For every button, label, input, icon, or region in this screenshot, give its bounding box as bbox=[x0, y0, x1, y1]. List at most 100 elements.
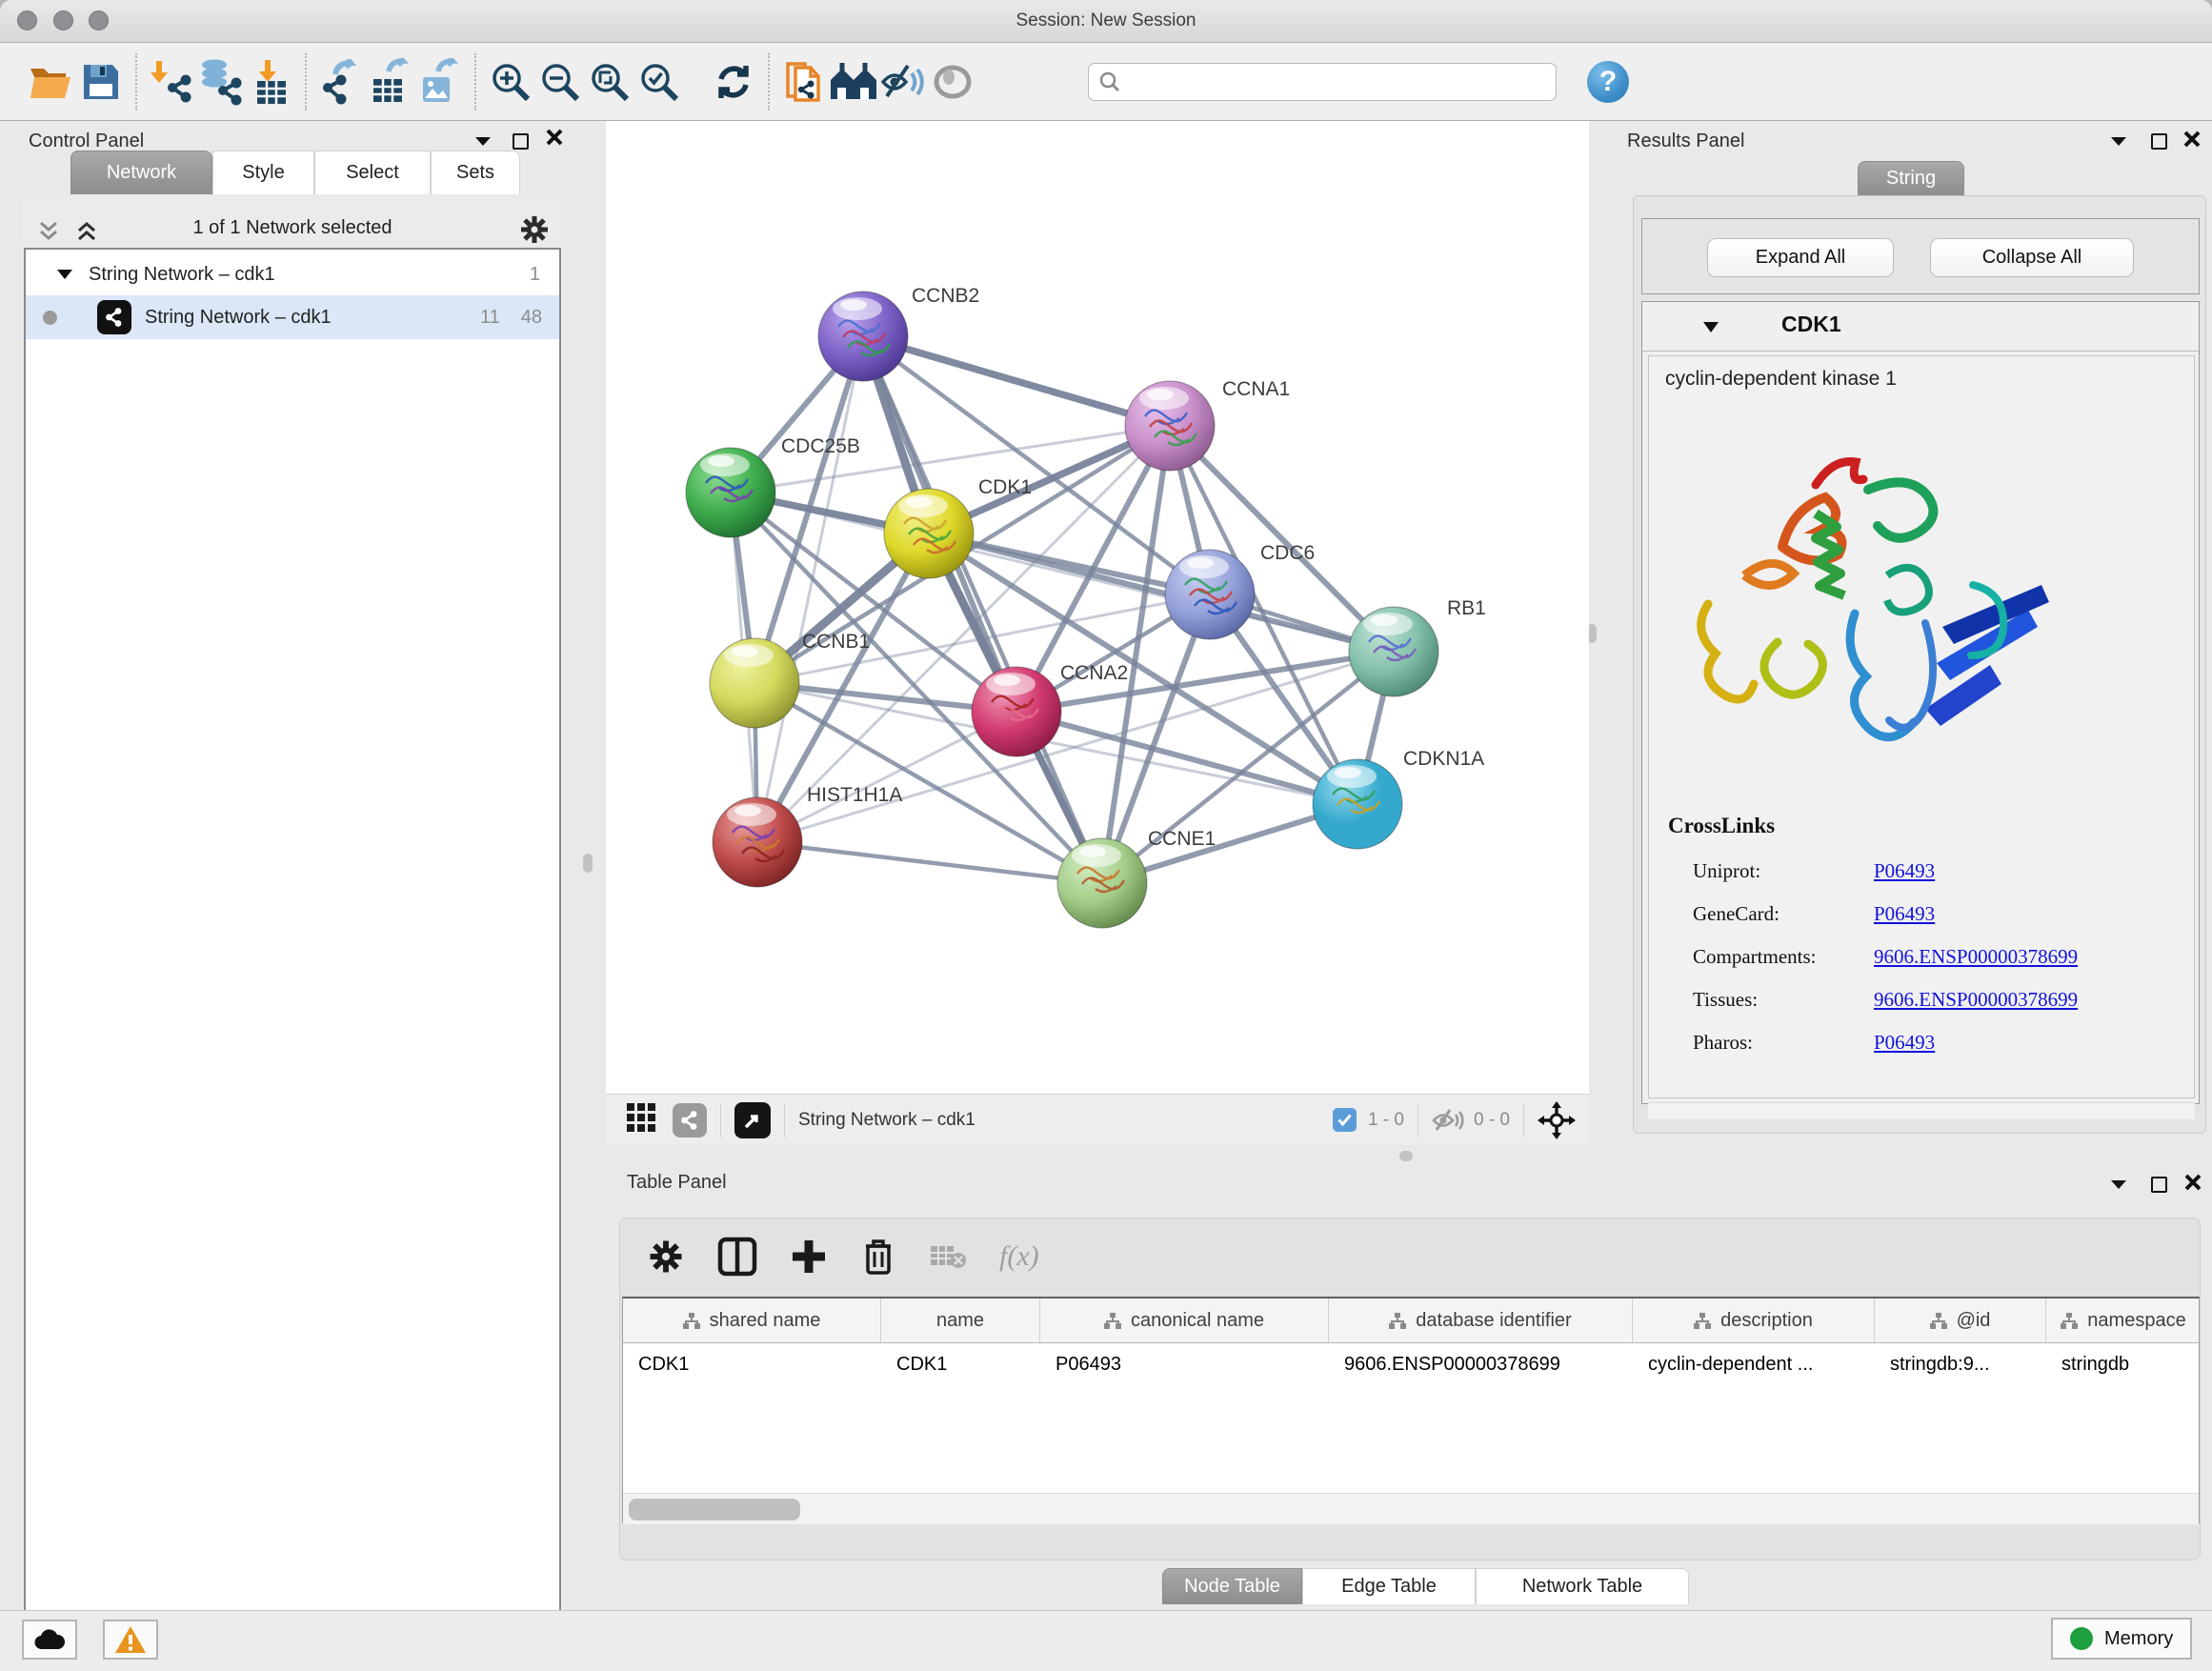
open-session-icon[interactable] bbox=[27, 56, 76, 108]
search-input[interactable] bbox=[1121, 71, 1531, 93]
network-node-CDC25B[interactable]: CDC25B bbox=[686, 435, 860, 537]
column-header[interactable]: namespace bbox=[2046, 1299, 2201, 1342]
section-expander-icon[interactable] bbox=[1701, 320, 1720, 334]
control-panel-float-icon[interactable] bbox=[513, 133, 529, 150]
attribute-icon bbox=[683, 1313, 700, 1329]
table-toolbar: f(x) bbox=[620, 1218, 2200, 1295]
cell-namespace[interactable]: stringdb bbox=[2046, 1343, 2201, 1385]
expand-all-button[interactable]: Expand All bbox=[1707, 238, 1894, 277]
column-header[interactable]: shared name bbox=[623, 1299, 881, 1342]
clone-network-icon[interactable] bbox=[779, 56, 829, 108]
network-node-RB1[interactable]: RB1 bbox=[1349, 597, 1486, 696]
results-panel-close-icon[interactable] bbox=[2182, 130, 2202, 153]
attribute-icon bbox=[1389, 1313, 1406, 1329]
column-header[interactable]: description bbox=[1633, 1299, 1875, 1342]
hidden-eye-icon[interactable] bbox=[1432, 1107, 1464, 1134]
zoom-selected-icon[interactable] bbox=[634, 56, 684, 108]
selected-checkbox-icon[interactable] bbox=[1333, 1108, 1357, 1132]
crosslink-uniprot-link[interactable]: P06493 bbox=[1874, 850, 1935, 893]
search-icon bbox=[1098, 70, 1121, 93]
home-icon[interactable] bbox=[829, 56, 878, 108]
network-canvas[interactable]: CCNB2CCNA1CDC25BCDK1CDC6RB1CCNB1CCNA2CDK… bbox=[606, 121, 1589, 1094]
tab-network-table[interactable]: Network Table bbox=[1476, 1568, 1689, 1604]
preview-eye-icon[interactable] bbox=[928, 56, 977, 108]
tab-string-results[interactable]: String bbox=[1858, 161, 1964, 195]
table-panel-float-icon[interactable] bbox=[2151, 1177, 2167, 1193]
crosslink-tissues-link[interactable]: 9606.ENSP00000378699 bbox=[1874, 978, 2078, 1021]
table-hscrollbar[interactable] bbox=[623, 1493, 2199, 1524]
delete-column-icon[interactable] bbox=[860, 1237, 896, 1277]
left-splitter-handle[interactable] bbox=[583, 854, 593, 873]
column-header[interactable]: name bbox=[881, 1299, 1040, 1342]
tab-network[interactable]: Network bbox=[70, 151, 212, 194]
search-box[interactable] bbox=[1088, 63, 1557, 101]
detach-view-icon[interactable] bbox=[734, 1102, 771, 1138]
network-graph[interactable]: CCNB2CCNA1CDC25BCDK1CDC6RB1CCNB1CCNA2CDK… bbox=[606, 121, 1589, 1094]
network-view-share-icon[interactable] bbox=[673, 1103, 707, 1137]
control-panel: Control Panel Network Style Select Sets … bbox=[0, 121, 565, 1572]
add-column-icon[interactable] bbox=[790, 1238, 828, 1276]
node-label: CCNB2 bbox=[912, 285, 979, 307]
import-table-file-icon[interactable] bbox=[246, 56, 295, 108]
network-row-selected[interactable]: String Network – cdk1 11 48 bbox=[26, 295, 559, 339]
save-session-icon[interactable] bbox=[76, 56, 126, 108]
column-header[interactable]: @id bbox=[1875, 1299, 2046, 1342]
zoom-in-icon[interactable] bbox=[486, 56, 535, 108]
node-section-header[interactable]: CDK1 bbox=[1642, 302, 2199, 352]
crosslink-genecard-link[interactable]: P06493 bbox=[1874, 893, 1935, 936]
collection-count: 1 bbox=[530, 264, 540, 286]
network-node-CCNA1[interactable]: CCNA1 bbox=[1125, 378, 1290, 471]
results-panel-collapse-icon[interactable] bbox=[2108, 132, 2129, 154]
cell-canonical-name[interactable]: P06493 bbox=[1040, 1343, 1329, 1385]
table-hscrollbar-thumb[interactable] bbox=[629, 1499, 800, 1520]
crosslink-pharos-link[interactable]: P06493 bbox=[1874, 1021, 1935, 1064]
cell-id[interactable]: stringdb:9... bbox=[1875, 1343, 2046, 1385]
refresh-icon[interactable] bbox=[709, 56, 758, 108]
results-panel-float-icon[interactable] bbox=[2151, 133, 2167, 150]
tab-edge-table[interactable]: Edge Table bbox=[1302, 1568, 1476, 1604]
cell-description[interactable]: cyclin-dependent ... bbox=[1633, 1343, 1875, 1385]
control-panel-close-icon[interactable] bbox=[545, 128, 564, 152]
column-header[interactable]: canonical name bbox=[1040, 1299, 1329, 1342]
zoom-out-icon[interactable] bbox=[535, 56, 585, 108]
tab-select[interactable]: Select bbox=[314, 151, 431, 194]
collapse-all-button[interactable]: Collapse All bbox=[1930, 238, 2134, 277]
network-options-gear-icon[interactable] bbox=[518, 213, 551, 251]
table-panel-close-icon[interactable] bbox=[2183, 1173, 2202, 1197]
export-image-icon[interactable] bbox=[415, 56, 465, 108]
network-collection-row[interactable]: String Network – cdk1 1 bbox=[26, 253, 559, 295]
results-panel-title: Results Panel bbox=[1627, 131, 1744, 152]
toggle-column-icon[interactable] bbox=[717, 1237, 757, 1277]
collection-label: String Network – cdk1 bbox=[89, 264, 275, 286]
warning-status-button[interactable] bbox=[103, 1620, 158, 1660]
cloud-status-button[interactable] bbox=[22, 1620, 77, 1660]
tab-sets[interactable]: Sets bbox=[431, 151, 520, 194]
help-icon[interactable]: ? bbox=[1587, 61, 1629, 103]
network-node-CDKN1A[interactable]: CDKN1A bbox=[1313, 748, 1484, 849]
hide-eye-icon[interactable] bbox=[878, 56, 928, 108]
memory-button[interactable]: Memory bbox=[2051, 1618, 2192, 1660]
table-row[interactable]: CDK1 CDK1 P06493 9606.ENSP00000378699 cy… bbox=[623, 1343, 2199, 1385]
collection-expander-icon[interactable] bbox=[56, 268, 73, 281]
cell-database-identifier[interactable]: 9606.ENSP00000378699 bbox=[1329, 1343, 1633, 1385]
table-panel-collapse-icon[interactable] bbox=[2108, 1176, 2129, 1198]
import-network-database-icon[interactable] bbox=[196, 56, 246, 108]
grid-view-icon[interactable] bbox=[625, 1101, 657, 1139]
fit-recenter-icon[interactable] bbox=[1538, 1101, 1576, 1139]
export-network-icon[interactable] bbox=[316, 56, 366, 108]
network-node-HIST1H1A[interactable]: HIST1H1A bbox=[713, 784, 902, 887]
cell-shared-name[interactable]: CDK1 bbox=[623, 1343, 881, 1385]
cell-name[interactable]: CDK1 bbox=[881, 1343, 1040, 1385]
crosslink-compartments-link[interactable]: 9606.ENSP00000378699 bbox=[1874, 936, 2078, 978]
export-table-icon[interactable] bbox=[366, 56, 415, 108]
column-header[interactable]: database identifier bbox=[1329, 1299, 1633, 1342]
control-panel-title: Control Panel bbox=[29, 131, 144, 152]
tab-node-table[interactable]: Node Table bbox=[1162, 1568, 1302, 1604]
zoom-fit-icon[interactable] bbox=[585, 56, 634, 108]
table-settings-gear-icon[interactable] bbox=[647, 1238, 685, 1276]
network-node-CCNA2[interactable]: CCNA2 bbox=[972, 662, 1128, 756]
results-hscrollbar[interactable] bbox=[1648, 1102, 2195, 1119]
tab-style[interactable]: Style bbox=[212, 151, 314, 194]
cloud-icon bbox=[33, 1628, 66, 1651]
import-network-file-icon[interactable] bbox=[147, 56, 196, 108]
